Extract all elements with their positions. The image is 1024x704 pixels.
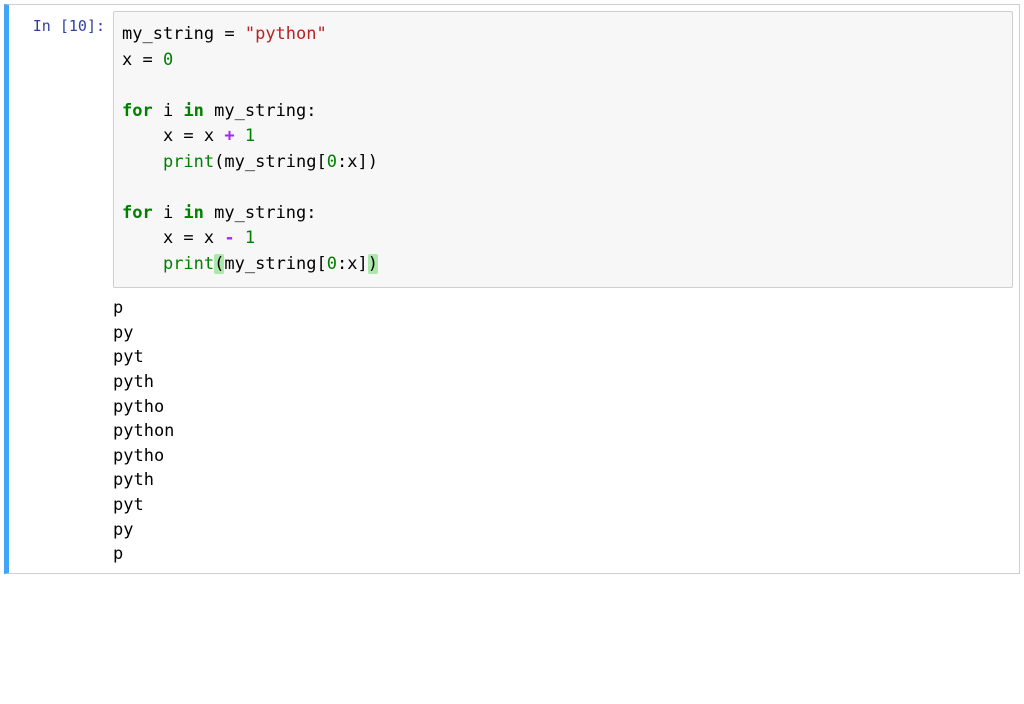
code-keyword: for — [122, 101, 153, 121]
code-builtin: print — [163, 254, 214, 274]
output-line: python — [113, 421, 174, 441]
output-line: pytho — [113, 446, 164, 466]
cell-content: my_string = "python" x = 0 for i in my_s… — [113, 11, 1013, 567]
code-paren-highlight: ( — [214, 254, 224, 274]
code-number: 1 — [245, 126, 255, 146]
code-builtin: print — [163, 152, 214, 172]
output-line: py — [113, 323, 133, 343]
notebook-cell: In [10]: my_string = "python" x = 0 for … — [4, 4, 1020, 574]
code-output: p py pyt pyth pytho python pytho pyth py… — [113, 288, 1013, 567]
code-token: x = — [122, 50, 163, 70]
code-token: i — [153, 101, 184, 121]
code-token: :x] — [337, 254, 368, 274]
output-line: pytho — [113, 397, 164, 417]
output-line: pyt — [113, 347, 144, 367]
code-keyword: in — [183, 101, 203, 121]
code-token: my_string: — [204, 101, 317, 121]
code-string-literal: "python" — [245, 24, 327, 44]
code-number: 0 — [327, 254, 337, 274]
code-operator: - — [224, 228, 234, 248]
code-token: x = x — [122, 228, 224, 248]
code-number: 0 — [163, 50, 173, 70]
code-input[interactable]: my_string = "python" x = 0 for i in my_s… — [113, 11, 1013, 288]
prompt-prefix: In [ — [33, 17, 69, 35]
code-token: (my_string[ — [214, 152, 327, 172]
code-keyword: for — [122, 203, 153, 223]
code-token: :x]) — [337, 152, 378, 172]
output-line: py — [113, 520, 133, 540]
output-line: p — [113, 544, 123, 564]
code-token: i — [153, 203, 184, 223]
code-number: 0 — [327, 152, 337, 172]
code-token: my_string — [122, 24, 214, 44]
code-token — [235, 126, 245, 146]
code-token: my_string[ — [224, 254, 326, 274]
code-token: my_string: — [204, 203, 317, 223]
code-token — [122, 254, 163, 274]
output-line: pyt — [113, 495, 144, 515]
code-operator: + — [224, 126, 234, 146]
prompt-suffix: ]: — [87, 17, 105, 35]
output-line: pyth — [113, 470, 154, 490]
code-paren-highlight: ) — [368, 254, 378, 274]
code-token: = — [214, 24, 245, 44]
execution-count: 10 — [69, 17, 87, 35]
input-prompt: In [10]: — [9, 11, 113, 567]
output-line: p — [113, 298, 123, 318]
output-line: pyth — [113, 372, 154, 392]
code-token — [122, 152, 163, 172]
code-number: 1 — [245, 228, 255, 248]
code-token — [235, 228, 245, 248]
code-keyword: in — [183, 203, 203, 223]
code-token: x = x — [122, 126, 224, 146]
